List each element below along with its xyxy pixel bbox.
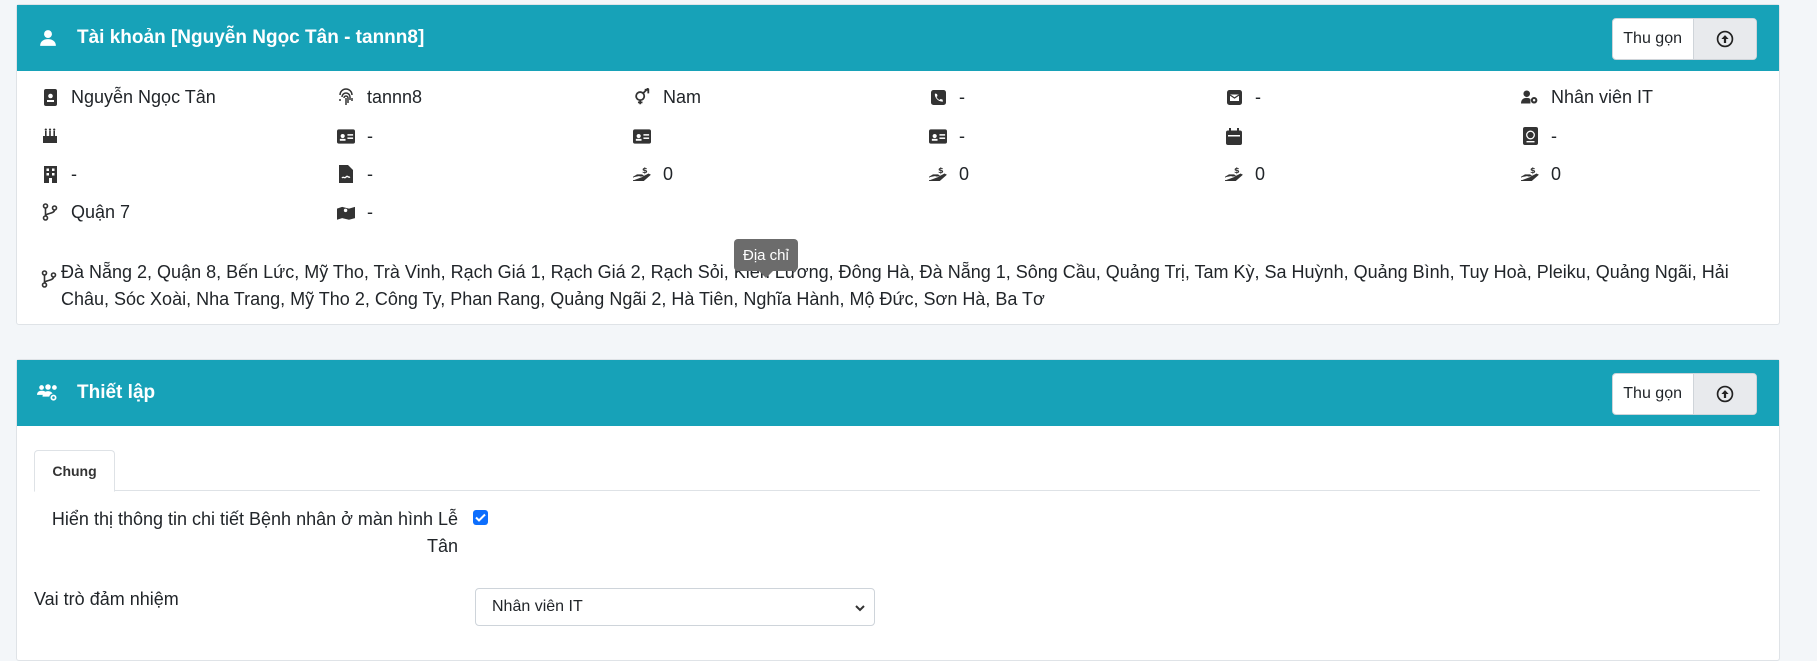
svg-text:$: $ bbox=[642, 165, 648, 175]
arrow-up-circle-icon bbox=[1693, 19, 1756, 59]
id-card3-value: - bbox=[959, 125, 965, 146]
show-patient-detail-checkbox[interactable] bbox=[473, 510, 488, 525]
role-value: Nhân viên IT bbox=[1551, 86, 1654, 107]
document-field: - bbox=[337, 162, 373, 186]
phone-value: - bbox=[959, 86, 965, 107]
users-gear-icon bbox=[37, 382, 59, 404]
collapse-label: Thu gọn bbox=[1623, 385, 1682, 402]
salary3-field: $ 0 bbox=[1225, 162, 1265, 186]
salary4-value: 0 bbox=[1551, 163, 1562, 184]
code-branch-icon bbox=[41, 259, 57, 313]
hand-holding-dollar-icon: $ bbox=[1521, 165, 1539, 183]
account-info: Nguyễn Ngọc Tân tannn8 Nam - - Nhân viên… bbox=[17, 71, 1779, 321]
username-field: tannn8 bbox=[337, 85, 422, 109]
account-card-header: Tài khoản [Nguyễn Ngọc Tân - tannn8] Thu… bbox=[17, 5, 1779, 71]
role-select[interactable]: Nhân viên IT bbox=[475, 588, 875, 626]
account-title: Tài khoản [Nguyễn Ngọc Tân - tannn8] bbox=[77, 27, 425, 48]
phone-square-icon bbox=[929, 88, 947, 106]
id-card-field: - bbox=[337, 124, 373, 148]
account-collapse-button[interactable]: Thu gọn bbox=[1612, 18, 1757, 60]
settings-card: Thiết lập Thu gọn Chung Hiển thị thông t… bbox=[16, 359, 1780, 661]
building-icon bbox=[41, 165, 59, 183]
building-value: - bbox=[71, 163, 77, 184]
birthday-cake-icon bbox=[41, 127, 59, 145]
contact-card-icon bbox=[41, 88, 59, 106]
branch-value: Quận 7 bbox=[71, 201, 131, 222]
role-label: Vai trò đảm nhiệm bbox=[34, 589, 179, 609]
salary2-value: 0 bbox=[959, 163, 970, 184]
file-contract-icon bbox=[337, 165, 355, 183]
arrow-up-circle-icon bbox=[1693, 374, 1756, 414]
fullname-field: Nguyễn Ngọc Tân bbox=[41, 85, 216, 109]
id-card-icon bbox=[337, 127, 355, 145]
salary1-field: $ 0 bbox=[633, 162, 673, 186]
code-branch-icon bbox=[41, 203, 59, 221]
birthday-field bbox=[41, 124, 71, 148]
email-field: - bbox=[1225, 85, 1261, 109]
settings-tabs: Chung bbox=[34, 450, 1760, 492]
email-value: - bbox=[1255, 86, 1261, 107]
settings-card-header: Thiết lập Thu gọn bbox=[17, 360, 1779, 426]
id-card3-field: - bbox=[929, 124, 965, 148]
envelope-square-icon bbox=[1225, 88, 1243, 106]
hand-holding-dollar-icon: $ bbox=[929, 165, 947, 183]
id-card-value: - bbox=[367, 125, 373, 146]
svg-text:$: $ bbox=[938, 165, 944, 175]
tab-general-label: Chung bbox=[52, 463, 97, 479]
tooltip-text: Địa chỉ bbox=[743, 246, 789, 264]
date-field bbox=[1225, 124, 1255, 148]
salary3-value: 0 bbox=[1255, 163, 1266, 184]
passport-icon bbox=[1521, 127, 1539, 145]
branch-list: Đà Nẵng 2, Quận 8, Bến Lức, Mỹ Tho, Trà … bbox=[41, 259, 1751, 313]
chevron-down-icon bbox=[854, 601, 866, 619]
document-value: - bbox=[367, 163, 373, 184]
tab-general[interactable]: Chung bbox=[34, 450, 115, 492]
id-card2-field bbox=[633, 124, 663, 148]
svg-text:$: $ bbox=[1530, 165, 1536, 175]
map-field: - bbox=[337, 200, 373, 224]
username-value: tannn8 bbox=[367, 86, 423, 107]
settings-title: Thiết lập bbox=[77, 382, 156, 403]
salary4-field: $ 0 bbox=[1521, 162, 1561, 186]
salary1-value: 0 bbox=[663, 163, 674, 184]
calendar-icon bbox=[1225, 127, 1243, 145]
branch-list-value: Đà Nẵng 2, Quận 8, Bến Lức, Mỹ Tho, Trà … bbox=[61, 262, 1729, 309]
salary2-field: $ 0 bbox=[929, 162, 969, 186]
svg-text:$: $ bbox=[1234, 165, 1240, 175]
branch-field: Quận 7 bbox=[41, 200, 130, 224]
show-patient-detail-label: Hiển thị thông tin chi tiết Bệnh nhân ở … bbox=[51, 509, 458, 556]
role-select-value: Nhân viên IT bbox=[492, 598, 583, 615]
map-location-icon bbox=[337, 203, 355, 221]
user-gear-icon bbox=[1521, 88, 1539, 106]
map-value: - bbox=[367, 201, 373, 222]
id-card-icon bbox=[633, 127, 651, 145]
gender-value: Nam bbox=[663, 86, 702, 107]
settings-collapse-button[interactable]: Thu gọn bbox=[1612, 373, 1757, 415]
gender-icon bbox=[633, 88, 651, 106]
fullname-value: Nguyễn Ngọc Tân bbox=[71, 86, 216, 107]
building-field: - bbox=[41, 162, 77, 186]
id-card-icon bbox=[929, 127, 947, 145]
collapse-label: Thu gọn bbox=[1623, 30, 1682, 47]
account-card: Tài khoản [Nguyễn Ngọc Tân - tannn8] Thu… bbox=[16, 4, 1780, 325]
passport-field: - bbox=[1521, 124, 1557, 148]
passport-value: - bbox=[1551, 125, 1557, 146]
phone-field: - bbox=[929, 85, 965, 109]
user-icon bbox=[37, 27, 59, 49]
fingerprint-icon bbox=[337, 88, 355, 106]
address-tooltip: Địa chỉ bbox=[734, 239, 798, 278]
gender-field: Nam bbox=[633, 85, 701, 109]
hand-holding-dollar-icon: $ bbox=[633, 165, 651, 183]
role-field: Nhân viên IT bbox=[1521, 85, 1653, 109]
hand-holding-dollar-icon: $ bbox=[1225, 165, 1243, 183]
